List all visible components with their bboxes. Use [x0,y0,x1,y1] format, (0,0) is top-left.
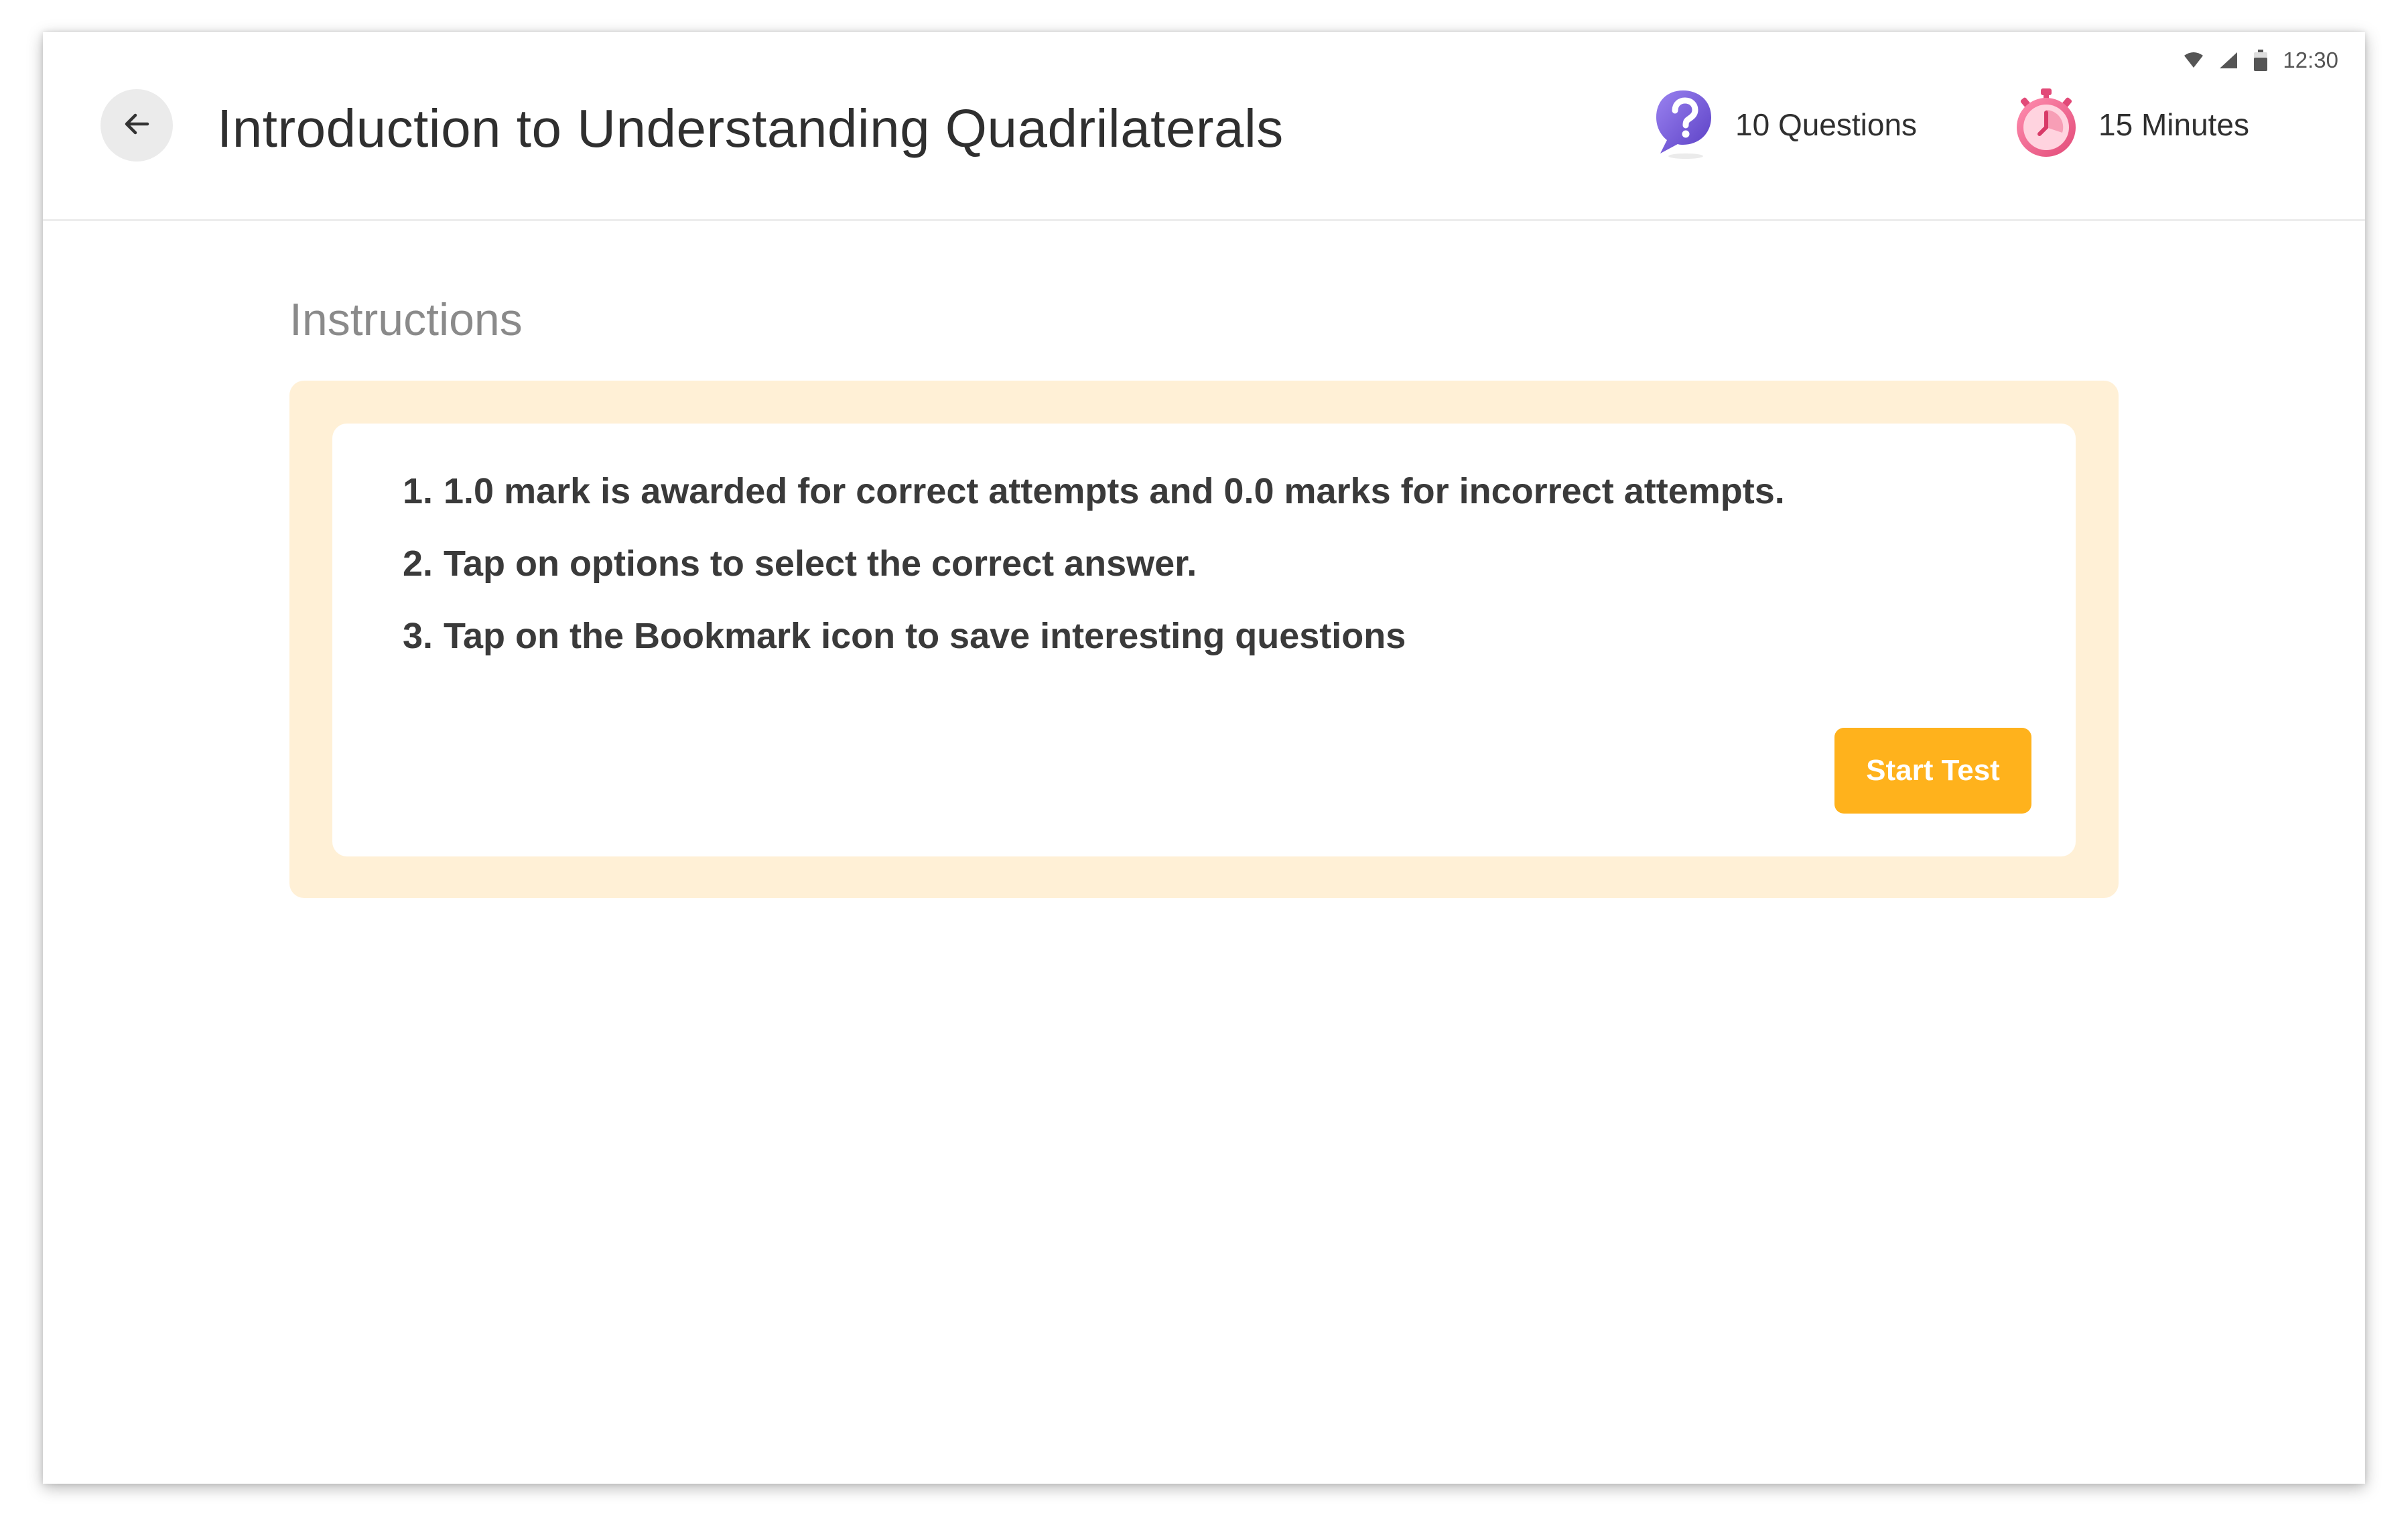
back-button[interactable] [101,89,173,162]
instruction-number: 2. [402,543,433,584]
instructions-card: 1. 1.0 mark is awarded for correct attem… [332,424,2076,856]
instruction-number: 1. [402,471,433,511]
question-bubble-icon [1651,86,1717,164]
instruction-item: 1. 1.0 mark is awarded for correct attem… [386,470,1785,543]
questions-label: 10 Questions [1735,107,1918,142]
instruction-text: 1.0 mark is awarded for correct attempts… [444,471,1785,511]
duration-label: 15 Minutes [2098,107,2250,142]
app-bar: Introduction to Understanding Quadrilate… [43,32,2365,221]
instruction-item: 3. Tap on the Bookmark icon to save inte… [386,615,1785,688]
page-title: Introduction to Understanding Quadrilate… [217,99,1284,158]
instruction-number: 3. [402,616,433,656]
instructions-panel: 1. 1.0 mark is awarded for correct attem… [289,381,2119,898]
instruction-text: Tap on options to select the correct ans… [444,543,1197,584]
app-window: 12:30 Introduction to Understanding Quad… [43,32,2365,1484]
arrow-left-icon [121,108,153,143]
instructions-heading: Instructions [289,294,523,345]
stopwatch-icon [2013,86,2080,164]
duration: 15 Minutes [2013,87,2249,162]
start-test-button[interactable]: Start Test [1834,728,2031,814]
instructions-list: 1. 1.0 mark is awarded for correct attem… [386,470,1785,688]
questions-count: 10 Questions [1651,87,1917,162]
instruction-text: Tap on the Bookmark icon to save interes… [444,616,1406,656]
instruction-item: 2. Tap on options to select the correct … [386,543,1785,615]
